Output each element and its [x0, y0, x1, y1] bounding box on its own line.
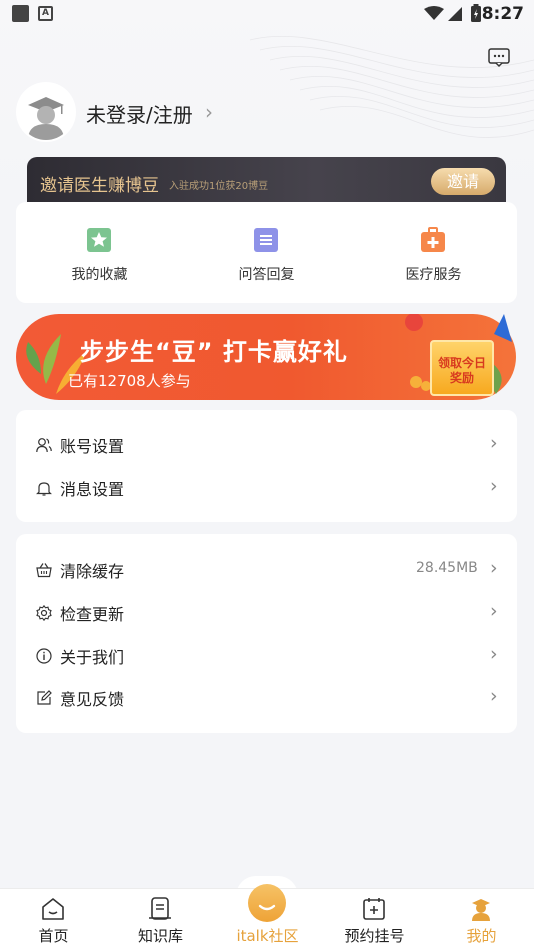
graduate-avatar-icon — [18, 84, 74, 140]
profile-icon — [472, 899, 490, 921]
invite-title: 邀请医生赚博豆 — [40, 176, 159, 196]
tab-label: 首页 — [38, 927, 69, 945]
notification-icon — [12, 5, 29, 22]
chevron-right-icon: › — [490, 643, 498, 665]
settings-card: 账号设置 › 消息设置 › — [16, 410, 517, 522]
a-notification-icon: A — [38, 6, 53, 21]
tab-mine[interactable]: 我的 — [428, 889, 534, 950]
gear-icon — [36, 605, 52, 621]
row-label: 清除缓存 — [60, 562, 125, 581]
general-settings-card: 清除缓存 28.45MB › 检查更新 › 关于我们 › 意见反馈 › — [16, 534, 517, 733]
edit-icon — [37, 690, 52, 705]
row-label: 账号设置 — [60, 437, 125, 456]
smile-icon — [258, 904, 276, 911]
quick-action-label: 医疗服务 — [405, 267, 462, 283]
chevron-right-icon: › — [490, 475, 498, 497]
tab-home[interactable]: 首页 — [0, 889, 107, 950]
book-icon — [149, 897, 171, 920]
quick-actions-card: 我的收藏 问答回复 医疗服务 — [16, 202, 517, 303]
cache-size: 28.45MB — [416, 560, 478, 576]
clear-cache-row[interactable]: 清除缓存 28.45MB › — [16, 550, 517, 590]
bell-icon — [36, 482, 52, 496]
row-label: 检查更新 — [60, 605, 125, 624]
tab-label: 预约挂号 — [344, 927, 405, 945]
list-icon — [254, 228, 278, 252]
message-settings-row[interactable]: 消息设置 › — [16, 468, 517, 508]
star-icon — [87, 228, 111, 252]
user-settings-icon — [36, 438, 52, 453]
promo-title: 步步生“豆” 打卡赢好礼 — [80, 338, 348, 366]
tab-label: italk社区 — [236, 927, 299, 945]
check-update-row[interactable]: 检查更新 › — [16, 593, 517, 633]
quick-action-qa-replies[interactable]: 问答回复 — [183, 202, 350, 303]
account-settings-row[interactable]: 账号设置 › — [16, 425, 517, 465]
calendar-plus-icon — [363, 898, 385, 920]
login-register-link[interactable]: 未登录/注册 — [86, 99, 193, 128]
signal-icon — [424, 6, 462, 21]
tab-appointment[interactable]: 预约挂号 — [321, 889, 428, 950]
home-icon — [42, 898, 64, 920]
community-icon[interactable] — [248, 884, 286, 922]
invite-button[interactable]: 邀请 — [431, 168, 495, 195]
medkit-icon — [421, 227, 445, 252]
chevron-right-icon: › — [205, 100, 213, 124]
feedback-row[interactable]: 意见反馈 › — [16, 678, 517, 718]
quick-action-label: 我的收藏 — [71, 267, 128, 283]
status-bar: A 8:27 — [0, 0, 534, 28]
chevron-right-icon: › — [490, 685, 498, 707]
row-label: 关于我们 — [60, 648, 125, 667]
promo-participants: 已有12708人参与 — [68, 372, 191, 390]
chevron-right-icon: › — [490, 600, 498, 622]
quick-action-medical-services[interactable]: 医疗服务 — [350, 202, 517, 303]
tab-label: 知识库 — [137, 927, 183, 945]
row-label: 意见反馈 — [60, 690, 125, 709]
clock: 8:27 — [481, 4, 524, 24]
quick-action-favorites[interactable]: 我的收藏 — [16, 202, 183, 303]
invite-subtitle: 入驻成功1位获20博豆 — [169, 181, 269, 192]
basket-icon — [36, 563, 52, 578]
chevron-right-icon: › — [490, 557, 498, 579]
battery-icon — [471, 4, 481, 22]
tab-knowledge[interactable]: 知识库 — [107, 889, 214, 950]
about-us-row[interactable]: 关于我们 › — [16, 636, 517, 676]
chevron-right-icon: › — [490, 432, 498, 454]
message-icon[interactable] — [488, 48, 510, 68]
claim-reward-label: 领取今日奖励 — [437, 356, 486, 385]
tab-label: 我的 — [466, 927, 497, 945]
quick-action-label: 问答回复 — [238, 267, 295, 283]
avatar[interactable] — [18, 84, 74, 140]
info-icon — [36, 648, 52, 664]
row-label: 消息设置 — [60, 480, 125, 499]
